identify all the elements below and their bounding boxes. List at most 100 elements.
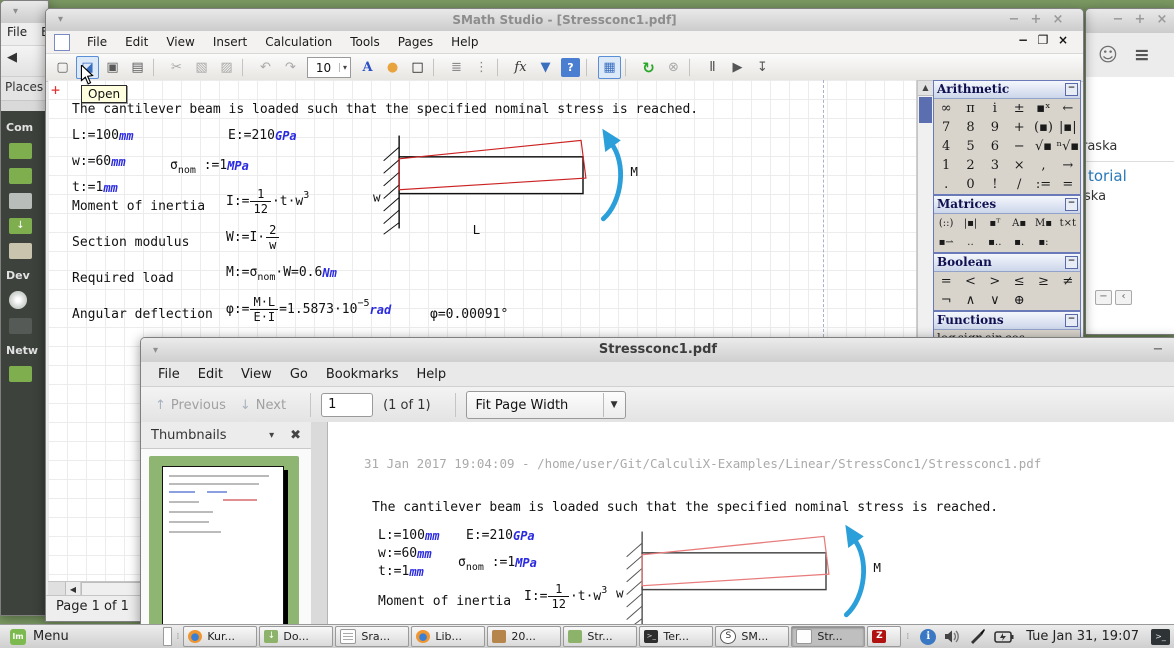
math-key[interactable]: ▪ˣ (1031, 99, 1055, 118)
boolean-key[interactable]: > (983, 272, 1007, 291)
math-key[interactable]: ! (983, 175, 1007, 194)
print-button[interactable]: ▤ (126, 56, 149, 79)
matrix-key[interactable]: ▪: (1031, 233, 1055, 252)
definition-sigma-nom[interactable]: σnom :=1MPa (170, 158, 249, 173)
taskbar-window-ter[interactable]: Ter... (639, 626, 713, 647)
thumbnail-selected[interactable]: 1 (149, 456, 299, 626)
border-button[interactable]: □ (406, 56, 429, 79)
smath-titlebar[interactable]: ▾ SMath Studio - [Stressconc1.pdf] −+× (46, 9, 1083, 31)
help-button[interactable]: ? (561, 58, 580, 77)
math-key[interactable]: π (958, 99, 982, 118)
math-key[interactable]: |▪| (1056, 118, 1080, 137)
math-key[interactable]: 6 (983, 137, 1007, 156)
window-menu-arrow-icon[interactable]: ▾ (58, 9, 63, 31)
window-menu-arrow-icon[interactable]: ▾ (13, 1, 18, 23)
taskbar-window-20[interactable]: 20... (487, 626, 561, 647)
beam-diagram[interactable]: w M L (373, 126, 673, 238)
maximize-button[interactable]: + (1129, 9, 1151, 31)
next-page-button[interactable]: ↓ Next (240, 398, 286, 413)
hard-disk-icon[interactable] (9, 318, 32, 334)
formula-section-modulus[interactable]: W:=I· 2w (226, 223, 280, 252)
math-key[interactable]: + (1007, 118, 1031, 137)
math-key[interactable]: ⁿ√▪ (1056, 137, 1080, 156)
math-key[interactable]: 4 (934, 137, 958, 156)
mdi-minimize-button[interactable]: − (1013, 33, 1033, 47)
collapse-panel-button[interactable]: − (1065, 256, 1078, 269)
play-button[interactable]: ▶ (726, 56, 749, 79)
math-key[interactable]: , (1031, 156, 1055, 175)
cut-button[interactable]: ✂ (165, 56, 188, 79)
formula-moment-of-inertia[interactable]: I:= 112 ·t·w3 (226, 187, 309, 216)
minimize-button[interactable]: − (1107, 9, 1129, 31)
trash-icon[interactable] (9, 243, 32, 259)
math-key[interactable]: 7 (934, 118, 958, 137)
downloads-icon[interactable]: ↓ (9, 218, 32, 234)
math-key[interactable]: → (1056, 156, 1080, 175)
horizontal-align-button[interactable]: ≣ (445, 56, 468, 79)
insert-function-button[interactable]: fx (509, 56, 532, 79)
menu-item[interactable]: Edit (189, 365, 232, 384)
boolean-key[interactable]: ≠ (1056, 272, 1080, 291)
hamburger-menu-icon[interactable]: ≡ (1134, 44, 1150, 66)
update-manager-icon[interactable]: i (920, 629, 936, 645)
matrix-key[interactable]: |▪| (958, 214, 982, 233)
math-key[interactable]: 1 (934, 156, 958, 175)
previous-page-button[interactable]: ↑ Previous (155, 398, 226, 413)
menu-item[interactable]: Pages (389, 32, 442, 52)
pause-button[interactable]: Ⅱ (701, 56, 724, 79)
minimize-button[interactable]: − (1147, 338, 1169, 362)
filter-button[interactable]: ▼ (534, 56, 557, 79)
collapse-button[interactable]: − (1095, 290, 1112, 305)
matrix-key[interactable]: (::) (934, 214, 958, 233)
network-icon[interactable] (9, 366, 32, 382)
boolean-key[interactable]: ⊕ (1007, 291, 1031, 310)
battery-icon[interactable] (994, 630, 1014, 644)
menu-item[interactable]: Insert (204, 32, 256, 52)
boolean-key[interactable]: ≤ (1007, 272, 1031, 291)
math-key[interactable]: − (1007, 137, 1031, 156)
math-key[interactable]: √▪ (1031, 137, 1055, 156)
minimize-button[interactable]: − (1003, 9, 1025, 31)
new-button[interactable]: ▢ (51, 56, 74, 79)
math-key[interactable]: 2 (958, 156, 982, 175)
boolean-key[interactable]: ∧ (958, 291, 982, 310)
math-key[interactable]: / (1007, 175, 1031, 194)
taskbar-window-do[interactable]: Do... (259, 626, 333, 647)
font-color-button[interactable]: A (356, 56, 379, 79)
home-icon[interactable] (9, 143, 32, 159)
taskbar-window-str-folder[interactable]: Str... (563, 626, 637, 647)
menu-item[interactable]: Go (281, 365, 317, 384)
math-key[interactable]: i (983, 99, 1007, 118)
boolean-key[interactable]: ≥ (1031, 272, 1055, 291)
worksheet-text[interactable]: The cantilever beam is loaded such that … (72, 102, 698, 117)
save-button[interactable]: ▣ (101, 56, 124, 79)
step-button[interactable]: ↧ (751, 56, 774, 79)
page-number-input[interactable]: 1 (321, 393, 373, 417)
thumbnail-page-preview[interactable] (162, 466, 284, 626)
stop-button[interactable]: ⊗ (662, 56, 685, 79)
menu-item[interactable]: View (157, 32, 203, 52)
maximize-button[interactable]: + (1025, 9, 1047, 31)
collapse-panel-button[interactable]: − (1065, 83, 1078, 96)
paste-button[interactable]: ▨ (215, 56, 238, 79)
back-mini-button[interactable]: ‹ (1115, 290, 1132, 305)
input-tool-icon[interactable] (969, 629, 986, 644)
math-key[interactable]: . (934, 175, 958, 194)
menu-item[interactable]: File (149, 365, 189, 384)
math-key[interactable]: 0 (958, 175, 982, 194)
math-key[interactable]: ∞ (934, 99, 958, 118)
zoom-level-select[interactable]: Fit Page Width ▼ (466, 391, 626, 419)
math-key[interactable]: 3 (983, 156, 1007, 175)
math-key[interactable]: 8 (958, 118, 982, 137)
menu-item[interactable]: Tools (341, 32, 389, 52)
menu-item[interactable]: Help (442, 32, 487, 52)
taskbar-window-sra[interactable]: Sra... (335, 626, 409, 647)
formula-required-load[interactable]: M:=σnom·W=0.6Nm (226, 265, 337, 280)
close-button[interactable]: × (1151, 9, 1173, 31)
matrix-key[interactable]: ▪. (1007, 233, 1031, 252)
math-key[interactable]: = (1056, 175, 1080, 194)
chat-icon[interactable]: ☺ (1098, 44, 1118, 66)
matrix-key[interactable]: ‥ (958, 233, 982, 252)
definition-t[interactable]: t:=1mm (72, 180, 118, 195)
matrix-key[interactable]: t×t (1056, 214, 1080, 233)
